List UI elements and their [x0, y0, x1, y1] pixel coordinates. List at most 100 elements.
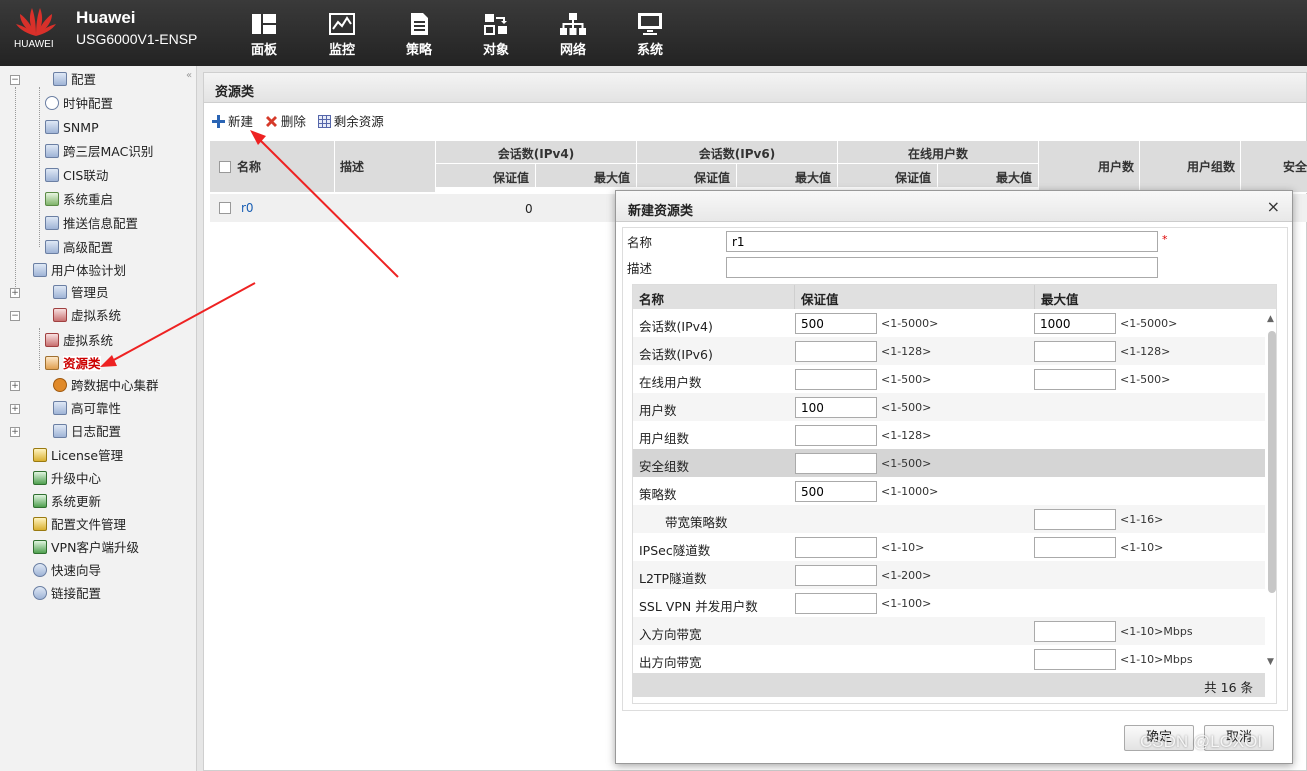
top-bar: HUAWEI Huawei USG6000V1-ENSP 面板 监控 策略 对象…: [0, 0, 1307, 66]
sidebar-item-snmp[interactable]: SNMP: [45, 118, 99, 138]
expand-toggle-icon[interactable]: +: [10, 427, 20, 437]
table-row: IPSec隧道数 <1-10> <1-10>: [633, 533, 1265, 561]
sidebar-item-vpn-client[interactable]: VPN客户端升级: [33, 538, 139, 558]
guarantee-input[interactable]: [795, 565, 877, 586]
col-online-max[interactable]: 最大值: [938, 164, 1039, 188]
sidebar-item-vsys-sub[interactable]: 虚拟系统: [45, 331, 113, 351]
row-name-link[interactable]: r0: [241, 201, 254, 215]
nav-object[interactable]: 对象: [470, 12, 522, 58]
guarantee-input[interactable]: [795, 537, 877, 558]
huawei-flower-icon: [16, 8, 56, 36]
sidebar-item-vsys[interactable]: − 虚拟系统: [10, 306, 121, 326]
sidebar-item-log[interactable]: + 日志配置: [10, 422, 121, 442]
sidebar-item-restart[interactable]: 系统重启: [45, 190, 113, 210]
collapse-sidebar-icon[interactable]: «: [186, 70, 192, 81]
new-button[interactable]: 新建: [212, 111, 253, 130]
guarantee-input[interactable]: [795, 369, 877, 390]
max-input[interactable]: [1034, 621, 1116, 642]
table-row: 入方向带宽 <1-10>Mbps: [633, 617, 1265, 645]
nav-dashboard[interactable]: 面板: [238, 12, 290, 58]
max-input[interactable]: [1034, 369, 1116, 390]
guarantee-range: <1-500>: [881, 457, 932, 470]
description-input[interactable]: [726, 257, 1158, 278]
sidebar-item-user-experience[interactable]: 用户体验计划: [33, 261, 126, 281]
col-sess4-guarantee[interactable]: 保证值: [436, 164, 536, 188]
sidebar-item-admin[interactable]: + 管理员: [10, 283, 109, 303]
nav-system[interactable]: 系统: [624, 12, 676, 58]
sidebar-item-cluster[interactable]: + 跨数据中心集群: [10, 376, 159, 396]
link-icon: [33, 586, 47, 600]
name-input[interactable]: [726, 231, 1158, 252]
sidebar-item-label: VPN客户端升级: [51, 540, 139, 555]
sidebar-item-link[interactable]: 链接配置: [33, 584, 101, 604]
table-row: 带宽策略数 <1-16>: [633, 505, 1265, 533]
scroll-down-icon[interactable]: ▼: [1267, 657, 1274, 667]
max-input[interactable]: [1034, 509, 1116, 530]
nav-monitor[interactable]: 监控: [316, 12, 368, 58]
table-row: 会话数(IPv6) <1-128> <1-128>: [633, 337, 1265, 365]
sidebar-item-cis[interactable]: CIS联动: [45, 166, 108, 186]
col-online-guarantee[interactable]: 保证值: [838, 164, 938, 188]
sidebar-item-push[interactable]: 推送信息配置: [45, 214, 138, 234]
sidebar-item-advanced[interactable]: 高级配置: [45, 238, 113, 258]
max-input[interactable]: [1034, 649, 1116, 670]
select-all-checkbox[interactable]: [219, 161, 231, 173]
snmp-icon: [45, 120, 59, 134]
col-name-header[interactable]: 名称: [210, 141, 335, 193]
vertical-scrollbar[interactable]: ▲ ▼: [1267, 311, 1276, 671]
collapse-toggle-icon[interactable]: −: [10, 75, 20, 85]
sidebar-item-update[interactable]: 系统更新: [33, 492, 101, 512]
guarantee-input[interactable]: [795, 481, 877, 502]
col-users-header[interactable]: 用户数: [1039, 141, 1140, 193]
wizard-icon: [33, 563, 47, 577]
guarantee-input[interactable]: [795, 425, 877, 446]
resource-name: 在线用户数: [639, 375, 702, 390]
row-checkbox[interactable]: [219, 202, 231, 214]
sidebar-item-clock[interactable]: 时钟配置: [45, 94, 113, 114]
nav-network[interactable]: 网络: [547, 12, 599, 58]
resource-icon: [45, 356, 59, 370]
guarantee-input[interactable]: [795, 341, 877, 362]
clock-icon: [45, 96, 59, 110]
total-count: 共 16 条: [633, 673, 1265, 697]
col-desc-header[interactable]: 描述: [335, 141, 436, 193]
sidebar-item-wizard[interactable]: 快速向导: [33, 561, 101, 581]
expand-toggle-icon[interactable]: +: [10, 404, 20, 414]
config-icon: [53, 72, 67, 86]
sidebar-item-config[interactable]: − 配置: [10, 70, 96, 90]
close-icon[interactable]: ×: [1267, 197, 1280, 216]
max-input[interactable]: [1034, 341, 1116, 362]
expand-toggle-icon[interactable]: +: [10, 381, 20, 391]
guarantee-input[interactable]: [795, 397, 877, 418]
sidebar-item-mac[interactable]: 跨三层MAC识别: [45, 142, 153, 162]
sidebar-item-config-file[interactable]: 配置文件管理: [33, 515, 126, 535]
guarantee-input[interactable]: [795, 593, 877, 614]
delete-button[interactable]: 删除: [265, 111, 306, 130]
sidebar-item-ha[interactable]: + 高可靠性: [10, 399, 121, 419]
brand-name: Huawei: [76, 8, 136, 27]
expand-toggle-icon[interactable]: +: [10, 288, 20, 298]
collapse-toggle-icon[interactable]: −: [10, 311, 20, 321]
sidebar-item-upgrade[interactable]: 升级中心: [33, 469, 101, 489]
col-sess4-max[interactable]: 最大值: [536, 164, 637, 188]
sidebar-item-label: SNMP: [63, 120, 99, 135]
remaining-resources-button[interactable]: 剩余资源: [317, 111, 384, 130]
scroll-up-icon[interactable]: ▲: [1267, 314, 1274, 324]
cis-icon: [45, 168, 59, 182]
max-input[interactable]: [1034, 313, 1116, 334]
guarantee-input[interactable]: [795, 453, 877, 474]
col-security-header[interactable]: 安全: [1241, 141, 1307, 193]
sidebar-item-license[interactable]: License管理: [33, 446, 123, 466]
nav-label: 策略: [405, 43, 432, 58]
max-range: <1-10>: [1120, 541, 1164, 554]
sidebar: « − 配置 时钟配置 SNMP 跨三层MAC识别 CIS联动 系统重启 推送信息…: [0, 66, 197, 771]
sidebar-item-resource-class[interactable]: 资源类: [45, 354, 101, 374]
scrollbar-thumb[interactable]: [1268, 331, 1276, 593]
nav-policy[interactable]: 策略: [393, 12, 445, 58]
col-sess6-max[interactable]: 最大值: [737, 164, 838, 188]
max-input[interactable]: [1034, 537, 1116, 558]
max-range: <1-10>Mbps: [1120, 653, 1193, 666]
guarantee-input[interactable]: [795, 313, 877, 334]
col-sess6-guarantee[interactable]: 保证值: [637, 164, 737, 188]
col-groups-header[interactable]: 用户组数: [1140, 141, 1241, 193]
